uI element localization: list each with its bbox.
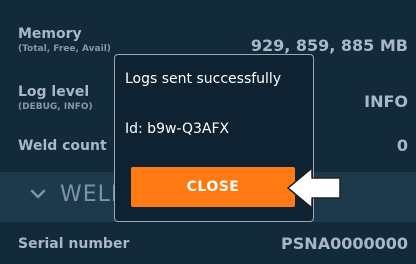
weld-count-label: Weld count <box>18 138 107 154</box>
log-level-sublabel: (DEBUG, INFO) <box>18 102 93 112</box>
close-button[interactable]: CLOSE <box>131 167 295 207</box>
serial-number-row: Serial number PSNA0000000 <box>0 234 416 258</box>
memory-label: Memory <box>18 26 82 42</box>
log-level-label: Log level <box>18 84 90 100</box>
weld-count-value: 0 <box>396 136 408 155</box>
chevron-down-icon <box>30 189 46 199</box>
memory-sublabel: (Total, Free, Avail) <box>18 44 111 54</box>
device-screen: Memory (Total, Free, Avail) 929, 859, 88… <box>0 0 416 264</box>
log-level-value: INFO <box>364 92 408 111</box>
serial-number-value: PSNA0000000 <box>281 234 408 253</box>
serial-number-label: Serial number <box>18 236 130 252</box>
memory-value: 929, 859, 885 MB <box>250 36 408 55</box>
arrow-left-icon <box>287 167 341 209</box>
dialog-message: Logs sent successfully <box>125 71 282 87</box>
dialog-log-id: Id: b9w-Q3AFX <box>125 121 230 137</box>
